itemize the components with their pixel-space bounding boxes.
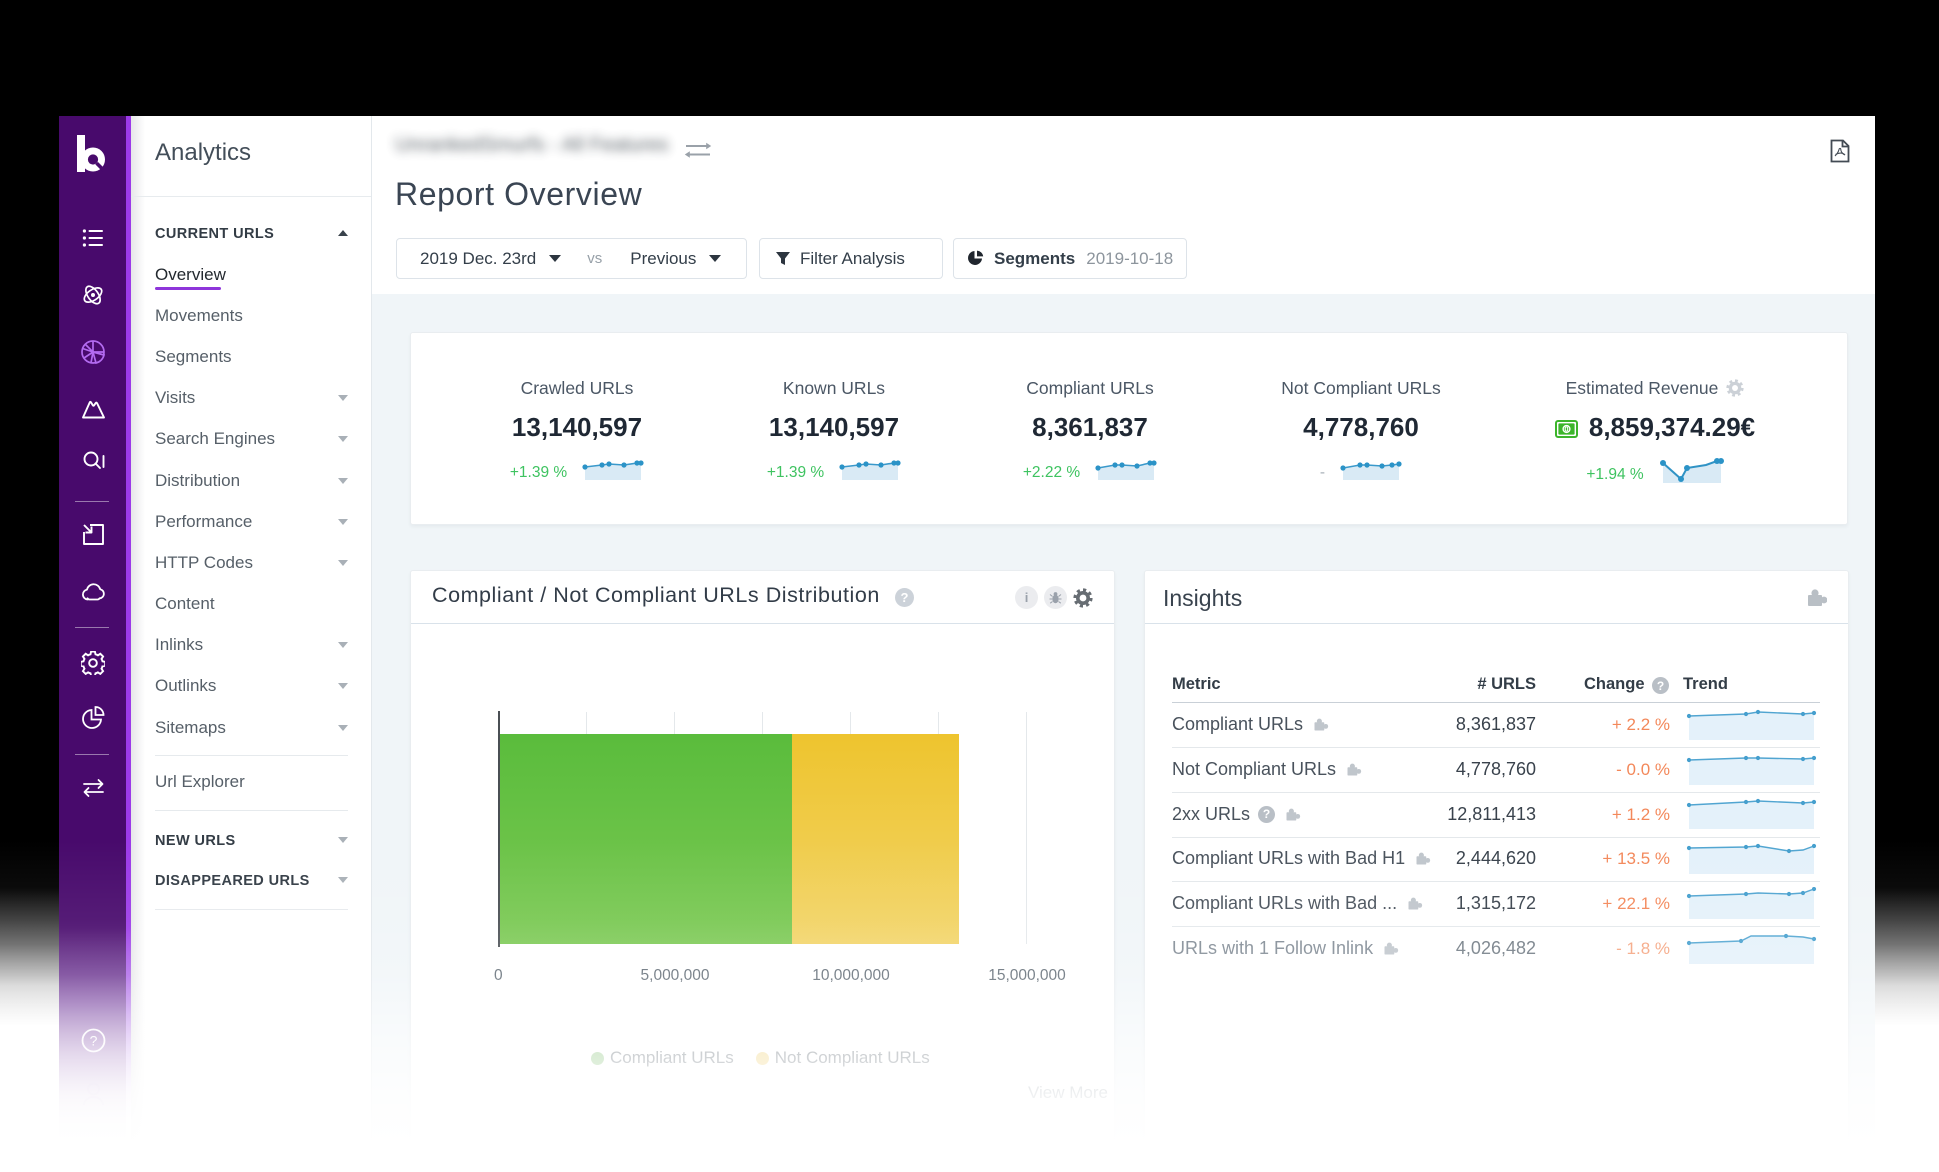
svg-text:?: ?: [90, 1033, 98, 1049]
svg-text:0: 0: [1564, 425, 1568, 434]
